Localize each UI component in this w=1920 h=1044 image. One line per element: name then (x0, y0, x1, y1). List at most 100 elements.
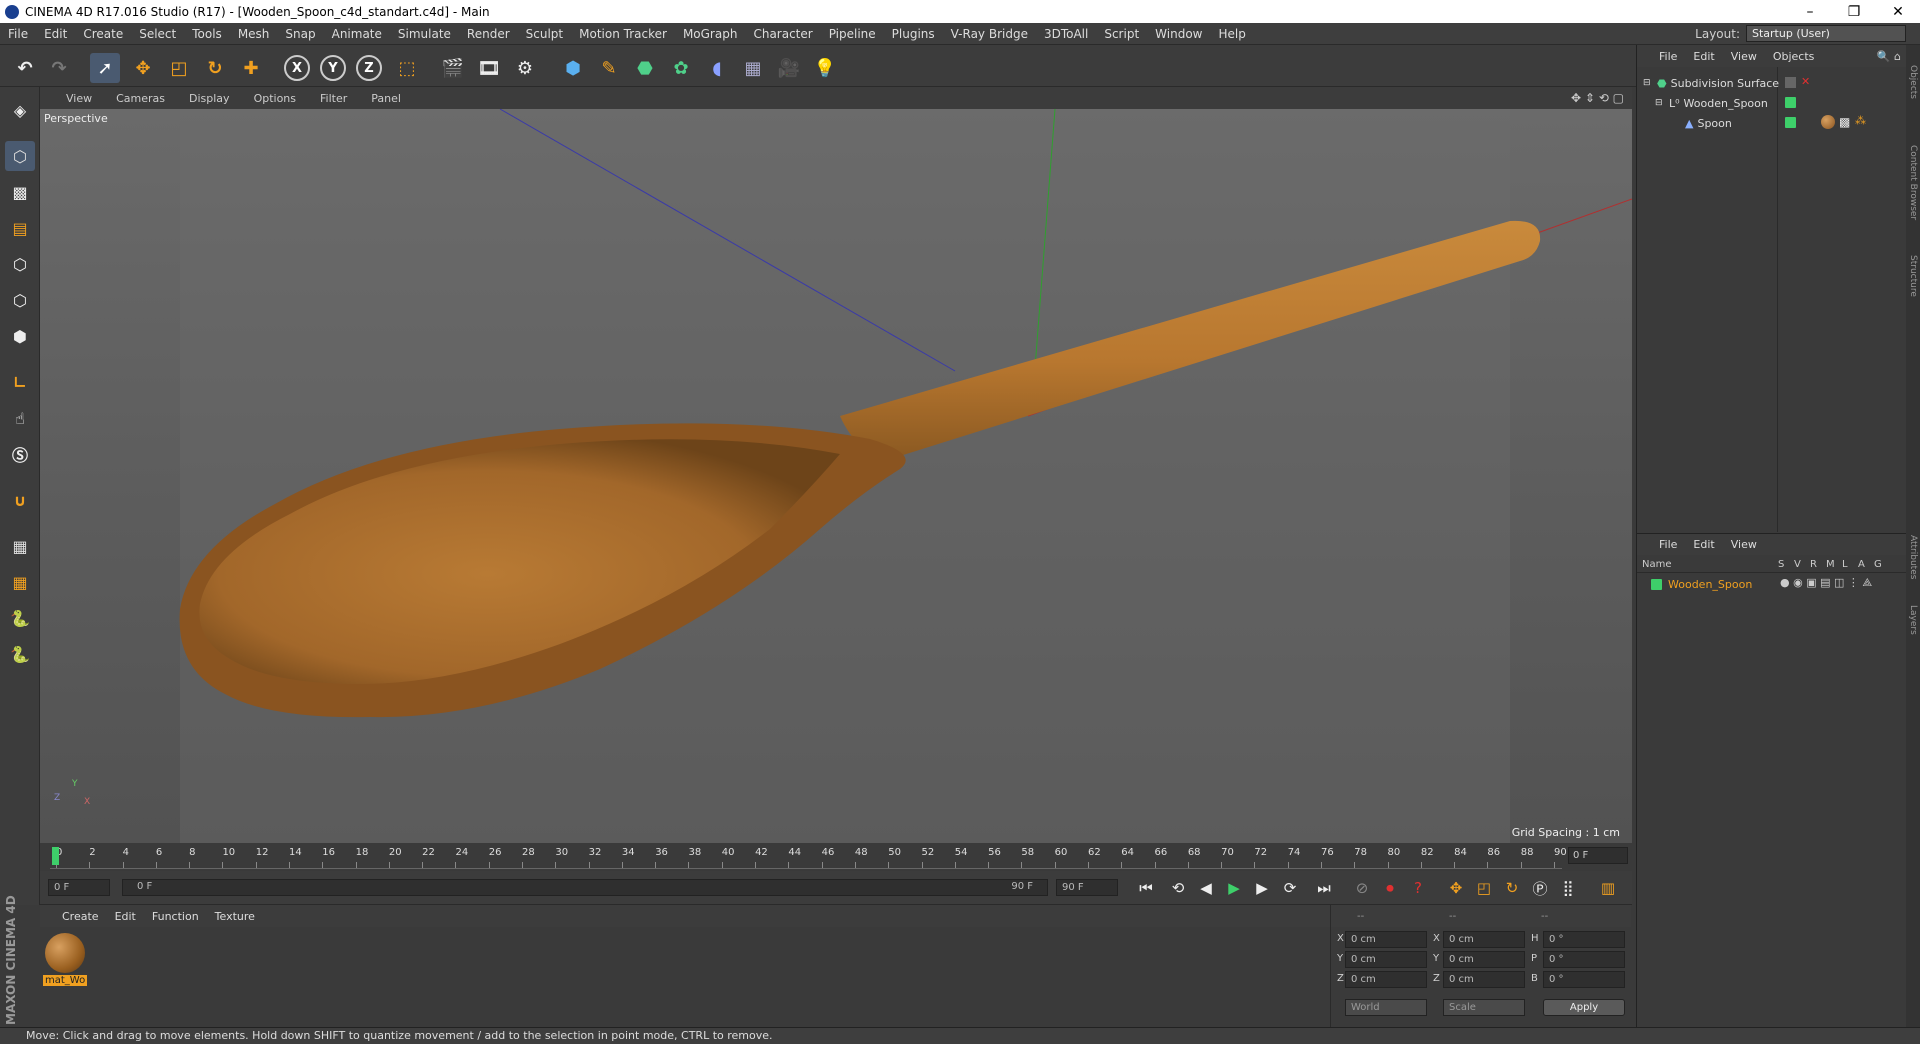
obj-menu-file[interactable]: File (1637, 50, 1685, 63)
tree-item-subdivision-surface[interactable]: ⊟ ⬣ Subdivision Surface ✕ (1637, 73, 1907, 93)
redo-icon[interactable]: ↷ (44, 53, 74, 83)
next-key-icon[interactable]: ⟳ (1278, 877, 1302, 899)
vp-menu-panel[interactable]: Panel (359, 92, 413, 105)
light-icon[interactable]: 💡 (810, 53, 840, 83)
playhead[interactable] (52, 847, 59, 865)
key-pla-icon[interactable]: ⣿ (1556, 877, 1580, 899)
size-y-field[interactable]: 0 cm (1443, 951, 1525, 968)
layer-color-swatch[interactable] (1651, 578, 1662, 590)
rot-b-field[interactable]: 0 ° (1543, 971, 1625, 988)
select-arrow-icon[interactable]: ➚ (90, 53, 120, 83)
menu-create[interactable]: Create (75, 27, 131, 41)
y-axis-icon[interactable]: Y (320, 55, 346, 81)
layer-color-tag[interactable] (1785, 97, 1796, 108)
mat-menu-texture[interactable]: Texture (207, 910, 263, 923)
layer-color-tag[interactable] (1785, 117, 1796, 128)
side-tab-layers[interactable]: Layers (1908, 605, 1918, 635)
pos-y-field[interactable]: 0 cm (1345, 951, 1427, 968)
prev-key-icon[interactable]: ⟲ (1166, 877, 1190, 899)
menu-help[interactable]: Help (1210, 27, 1253, 41)
obj-search-icon[interactable]: 🔍 ⌂ (1877, 50, 1907, 63)
subdivision-icon[interactable]: ⬣ (630, 53, 660, 83)
scale-dropdown[interactable]: Scale (1443, 999, 1525, 1016)
menu-script[interactable]: Script (1096, 27, 1147, 41)
side-tab-objects[interactable]: Objects (1908, 65, 1918, 99)
axis-mode-icon[interactable]: ∟ (5, 367, 35, 397)
record-icon[interactable]: ⏺ (1378, 877, 1402, 899)
timeline-layout-icon[interactable]: ▥ (1596, 877, 1620, 899)
snap-icon[interactable]: Ⓢ (5, 439, 35, 469)
viewport-perspective[interactable]: Perspective Y X Z Grid Spacing : 1 cm (40, 109, 1632, 843)
coord-system-icon[interactable]: ⬚ (392, 53, 422, 83)
viewport-nav-icons[interactable]: ✥ ⇕ ⟲ ▢ (1571, 91, 1632, 105)
mat-menu-function[interactable]: Function (144, 910, 207, 923)
layer-row-wooden-spoon[interactable]: Wooden_Spoon ● ◉ ▣ ▤ ◫ ⋮ ⟁ (1637, 574, 1907, 594)
auto-key-icon[interactable]: ? (1406, 877, 1430, 899)
move-icon[interactable]: ✥ (128, 53, 158, 83)
key-rotate-icon[interactable]: ↻ (1500, 877, 1524, 899)
menu-motion-tracker[interactable]: Motion Tracker (571, 27, 675, 41)
side-tab-structure[interactable]: Structure (1908, 255, 1918, 297)
python-script-icon[interactable]: 🐍 (5, 639, 35, 669)
python-icon[interactable]: 🐍 (5, 603, 35, 633)
max-frame-field[interactable]: 90 F (1056, 879, 1118, 896)
layout-dropdown[interactable]: Startup (User) (1746, 25, 1906, 42)
deformer-icon[interactable]: ◖ (702, 53, 732, 83)
tweak-icon[interactable]: ☝ (5, 403, 35, 433)
rotate-icon[interactable]: ↻ (200, 53, 230, 83)
key-move-icon[interactable]: ✥ (1444, 877, 1468, 899)
vp-menu-display[interactable]: Display (177, 92, 242, 105)
cloner-icon[interactable]: ✿ (666, 53, 696, 83)
menu-vray-bridge[interactable]: V-Ray Bridge (943, 27, 1036, 41)
visibility-tag[interactable] (1785, 77, 1796, 88)
x-axis-icon[interactable]: X (284, 55, 310, 81)
side-tab-content-browser[interactable]: Content Browser (1908, 145, 1918, 220)
goto-start-icon[interactable]: ⏮ (1134, 877, 1158, 899)
scale-icon[interactable]: ◰ (164, 53, 194, 83)
material-swatch[interactable]: mat_Wo (43, 931, 87, 991)
grid-snap-icon[interactable]: ▦ (5, 567, 35, 597)
menu-pipeline[interactable]: Pipeline (821, 27, 884, 41)
menu-tools[interactable]: Tools (184, 27, 230, 41)
world-dropdown[interactable]: World (1345, 999, 1427, 1016)
camera-icon[interactable]: 🎥 (774, 53, 804, 83)
timeline-ruler[interactable]: 0 2 4 6 8 10 12 14 16 18 20 22 24 26 28 30 32 34 36 38 40 42 4… (50, 845, 1567, 869)
z-axis-icon[interactable]: Z (356, 55, 382, 81)
floor-icon[interactable]: ▦ (738, 53, 768, 83)
record-off-icon[interactable]: ⊘ (1350, 877, 1374, 899)
workplane-icon[interactable]: ▤ (5, 213, 35, 243)
vp-menu-filter[interactable]: Filter (308, 92, 359, 105)
menu-character[interactable]: Character (745, 27, 820, 41)
play-icon[interactable]: ▶ (1222, 877, 1246, 899)
tree-item-spoon[interactable]: ▲ Spoon ▩ ⁂ (1637, 113, 1907, 133)
magnet-icon[interactable]: ∪ (5, 485, 35, 515)
edges-mode-icon[interactable]: ⬡ (5, 285, 35, 315)
size-z-field[interactable]: 0 cm (1443, 971, 1525, 988)
close-button[interactable]: ✕ (1876, 0, 1920, 23)
key-param-icon[interactable]: Ⓟ (1528, 877, 1552, 899)
obj-menu-objects[interactable]: Objects (1765, 50, 1823, 63)
menu-plugins[interactable]: Plugins (884, 27, 943, 41)
texture-mode-icon[interactable]: ▩ (5, 177, 35, 207)
apply-button[interactable]: Apply (1543, 999, 1625, 1016)
current-frame-field[interactable]: 0 F (48, 879, 110, 896)
expand-icon[interactable]: ⊟ (1643, 78, 1653, 88)
expand-icon[interactable]: ⊟ (1655, 98, 1665, 108)
grid-lock-icon[interactable]: ▦ (5, 531, 35, 561)
layer-menu-edit[interactable]: Edit (1685, 538, 1722, 551)
model-mode-icon[interactable]: ⬡ (5, 141, 35, 171)
texture-tag-icon[interactable]: ▩ (1839, 115, 1850, 129)
layer-menu-file[interactable]: File (1637, 538, 1685, 551)
pos-x-field[interactable]: 0 cm (1345, 931, 1427, 948)
render-view-icon[interactable]: 🎬 (438, 53, 468, 83)
menu-window[interactable]: Window (1147, 27, 1210, 41)
menu-render[interactable]: Render (459, 27, 518, 41)
menu-3dtoall[interactable]: 3DToAll (1036, 27, 1096, 41)
polygons-mode-icon[interactable]: ⬢ (5, 321, 35, 351)
rot-h-field[interactable]: 0 ° (1543, 931, 1625, 948)
menu-mesh[interactable]: Mesh (230, 27, 278, 41)
menu-select[interactable]: Select (131, 27, 184, 41)
key-scale-icon[interactable]: ◰ (1472, 877, 1496, 899)
rot-p-field[interactable]: 0 ° (1543, 951, 1625, 968)
timeline-end-field[interactable]: 0 F (1568, 847, 1628, 864)
